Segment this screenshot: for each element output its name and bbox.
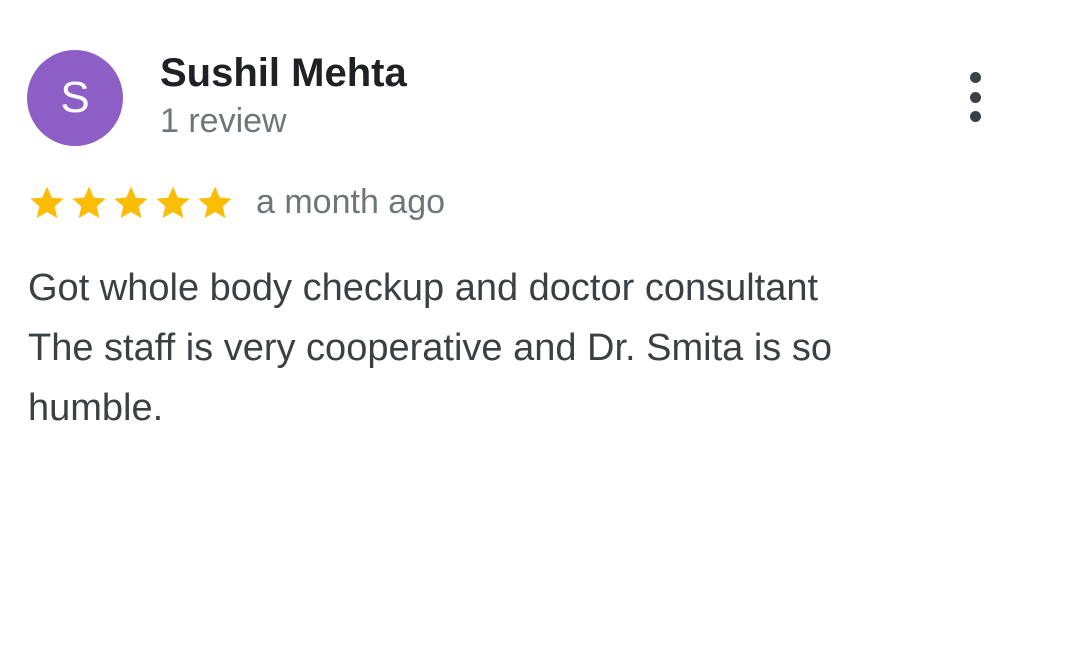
- author-name[interactable]: Sushil Mehta: [160, 50, 407, 96]
- avatar[interactable]: S: [27, 50, 123, 146]
- more-options-button[interactable]: [950, 64, 1000, 130]
- star-icon: [114, 186, 148, 219]
- star-icon: [198, 186, 232, 219]
- star-icon: [30, 186, 64, 219]
- more-vert-icon-dot: [969, 91, 981, 103]
- star-icon: [72, 186, 106, 219]
- star-rating: [26, 183, 236, 223]
- more-vert-icon: [969, 72, 981, 83]
- more-vert-icon-dot: [969, 111, 981, 122]
- review-text: Got whole body checkup and doctor consul…: [28, 267, 832, 429]
- star-icon: [156, 186, 190, 219]
- review-time: a month ago: [256, 183, 446, 221]
- review-count[interactable]: 1 review: [160, 101, 287, 141]
